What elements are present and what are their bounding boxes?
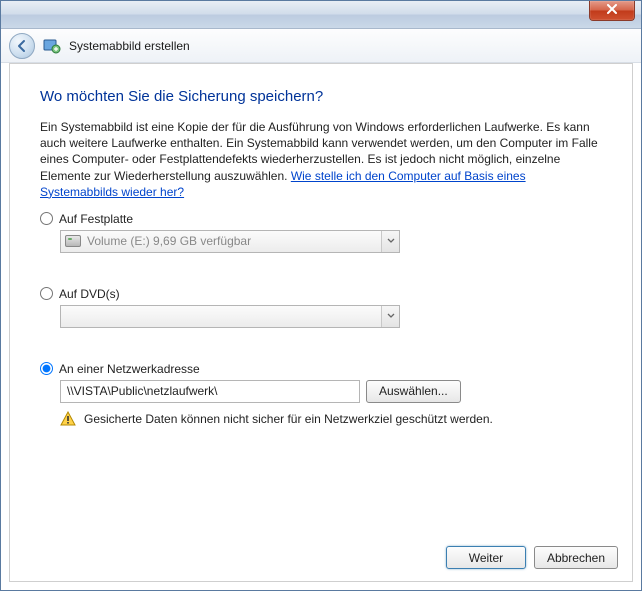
radio-dvd[interactable]: [40, 287, 53, 300]
back-arrow-icon: [15, 39, 29, 53]
drive-icon: [65, 235, 81, 247]
page-description: Ein Systemabbild ist eine Kopie der für …: [40, 119, 602, 200]
window-close-button[interactable]: [589, 1, 635, 21]
chevron-down-icon: [381, 306, 399, 327]
radio-network-label: An einer Netzwerkadresse: [59, 362, 200, 376]
header-title: Systemabbild erstellen: [69, 39, 190, 53]
network-path-input[interactable]: [60, 380, 360, 403]
radio-harddisk-row[interactable]: Auf Festplatte: [40, 212, 602, 226]
close-icon: [606, 4, 618, 14]
harddisk-dropdown-value: Volume (E:) 9,69 GB verfügbar: [87, 234, 251, 248]
chevron-down-icon: [381, 231, 399, 252]
page-heading: Wo möchten Sie die Sicherung speichern?: [40, 88, 602, 105]
window-titlebar: [1, 1, 641, 29]
wizard-content: Wo möchten Sie die Sicherung speichern? …: [9, 63, 633, 582]
radio-harddisk[interactable]: [40, 212, 53, 225]
cancel-button[interactable]: Abbrechen: [534, 546, 618, 569]
app-icon: [43, 37, 61, 55]
wizard-header: Systemabbild erstellen: [1, 29, 641, 63]
dvd-dropdown[interactable]: [60, 305, 400, 328]
network-warning-text: Gesicherte Daten können nicht sicher für…: [84, 412, 493, 426]
option-network: An einer Netzwerkadresse Auswählen... Ge…: [40, 362, 602, 427]
radio-dvd-label: Auf DVD(s): [59, 287, 120, 301]
option-dvd: Auf DVD(s): [40, 287, 602, 328]
next-button[interactable]: Weiter: [446, 546, 526, 569]
radio-harddisk-label: Auf Festplatte: [59, 212, 133, 226]
back-button[interactable]: [9, 33, 35, 59]
wizard-footer: Weiter Abbrechen: [10, 536, 632, 581]
browse-button[interactable]: Auswählen...: [366, 380, 461, 403]
network-warning: Gesicherte Daten können nicht sicher für…: [60, 411, 602, 427]
harddisk-dropdown[interactable]: Volume (E:) 9,69 GB verfügbar: [60, 230, 400, 253]
warning-icon: [60, 411, 76, 427]
radio-dvd-row[interactable]: Auf DVD(s): [40, 287, 602, 301]
radio-network-row[interactable]: An einer Netzwerkadresse: [40, 362, 602, 376]
radio-network[interactable]: [40, 362, 53, 375]
option-harddisk: Auf Festplatte Volume (E:) 9,69 GB verfü…: [40, 212, 602, 253]
